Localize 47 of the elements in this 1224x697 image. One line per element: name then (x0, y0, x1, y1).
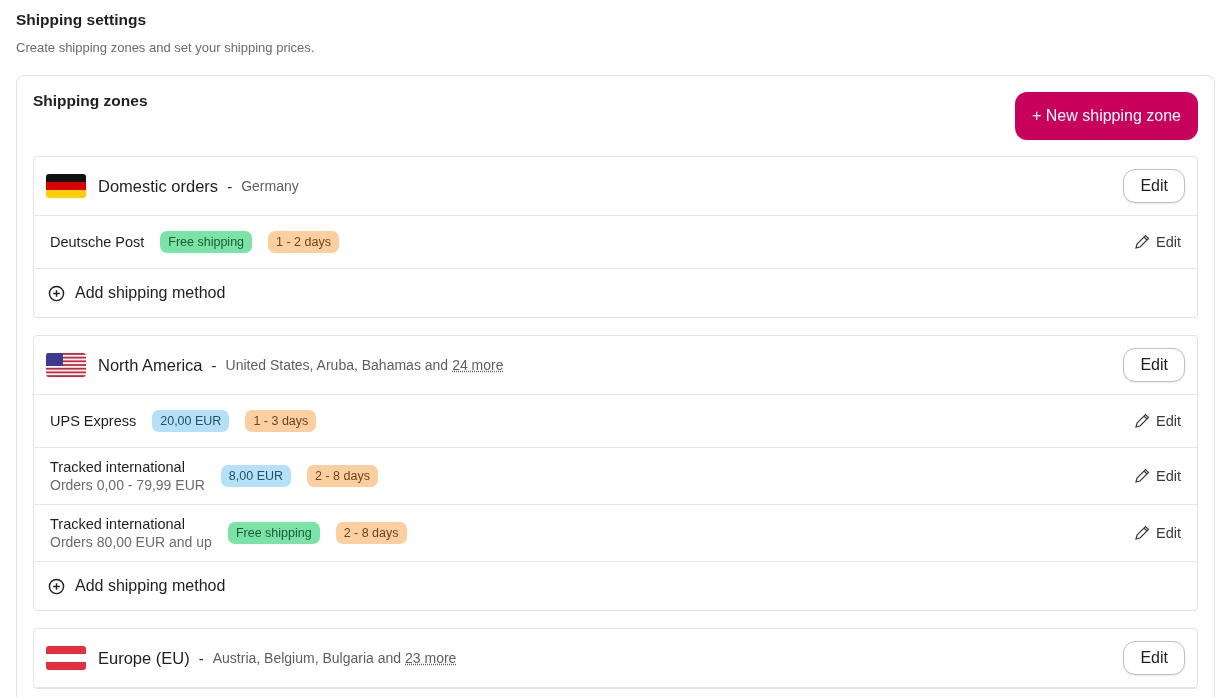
method-name: Tracked international (50, 514, 186, 533)
zone-name: Domestic orders (98, 176, 219, 196)
price-tag: 20,00 EUR (152, 410, 230, 432)
zone-countries: Germany (241, 178, 299, 194)
new-shipping-zone-button[interactable]: + New shipping zone (1015, 92, 1198, 140)
pencil-icon (1134, 468, 1150, 484)
edit-method-link[interactable]: Edit (1134, 468, 1181, 484)
panel-title: Shipping zones (33, 92, 148, 110)
edit-zone-button[interactable]: Edit (1123, 169, 1185, 203)
separator: - (211, 356, 217, 374)
edit-method-link[interactable]: Edit (1134, 525, 1181, 541)
add-shipping-method-button[interactable]: Add shipping method (34, 269, 240, 317)
delivery-time-tag: 1 - 2 days (268, 231, 339, 253)
plus-circle-icon (48, 284, 65, 302)
separator: - (227, 177, 233, 195)
more-countries-link[interactable]: 24 more (452, 357, 504, 373)
zone-countries: Austria, Belgium, Bulgaria and (212, 650, 402, 666)
pencil-icon (1134, 413, 1150, 429)
delivery-time-tag: 2 - 8 days (307, 465, 378, 487)
price-tag: 8,00 EUR (220, 465, 292, 487)
edit-zone-button[interactable]: Edit (1123, 348, 1185, 382)
delivery-time-tag: 1 - 3 days (245, 410, 317, 432)
method-name: Deutsche Post (50, 233, 145, 251)
page-subtitle: Create shipping zones and set your shipping prices. (16, 39, 316, 57)
add-shipping-method-button[interactable]: Add shipping method (34, 562, 240, 610)
more-countries-link[interactable]: 23 more (405, 650, 457, 666)
free-shipping-tag: Free shipping (227, 522, 320, 544)
plus-circle-icon (48, 577, 65, 595)
pencil-icon (1134, 234, 1150, 250)
method-name: Tracked international (50, 457, 186, 476)
method-condition: Orders 80,00 EUR and up (50, 532, 212, 552)
flag-icon (46, 646, 86, 670)
free-shipping-tag: Free shipping (160, 231, 253, 253)
method-condition: Orders 0,00 - 79,99 EUR (50, 475, 205, 495)
edit-method-link[interactable]: Edit (1134, 413, 1181, 429)
separator: - (198, 649, 204, 667)
method-name: UPS Express (50, 412, 137, 430)
zone-countries: United States, Aruba, Bahamas and (225, 357, 449, 373)
page-title: Shipping settings (16, 10, 148, 30)
zone-name: Europe (EU) (98, 648, 190, 668)
zone-name: North America (98, 355, 203, 375)
flag-icon (46, 353, 86, 377)
flag-icon (46, 174, 86, 198)
edit-method-link[interactable]: Edit (1134, 234, 1181, 250)
pencil-icon (1134, 525, 1150, 541)
edit-zone-button[interactable]: Edit (1123, 641, 1185, 675)
delivery-time-tag: 2 - 8 days (335, 522, 407, 544)
